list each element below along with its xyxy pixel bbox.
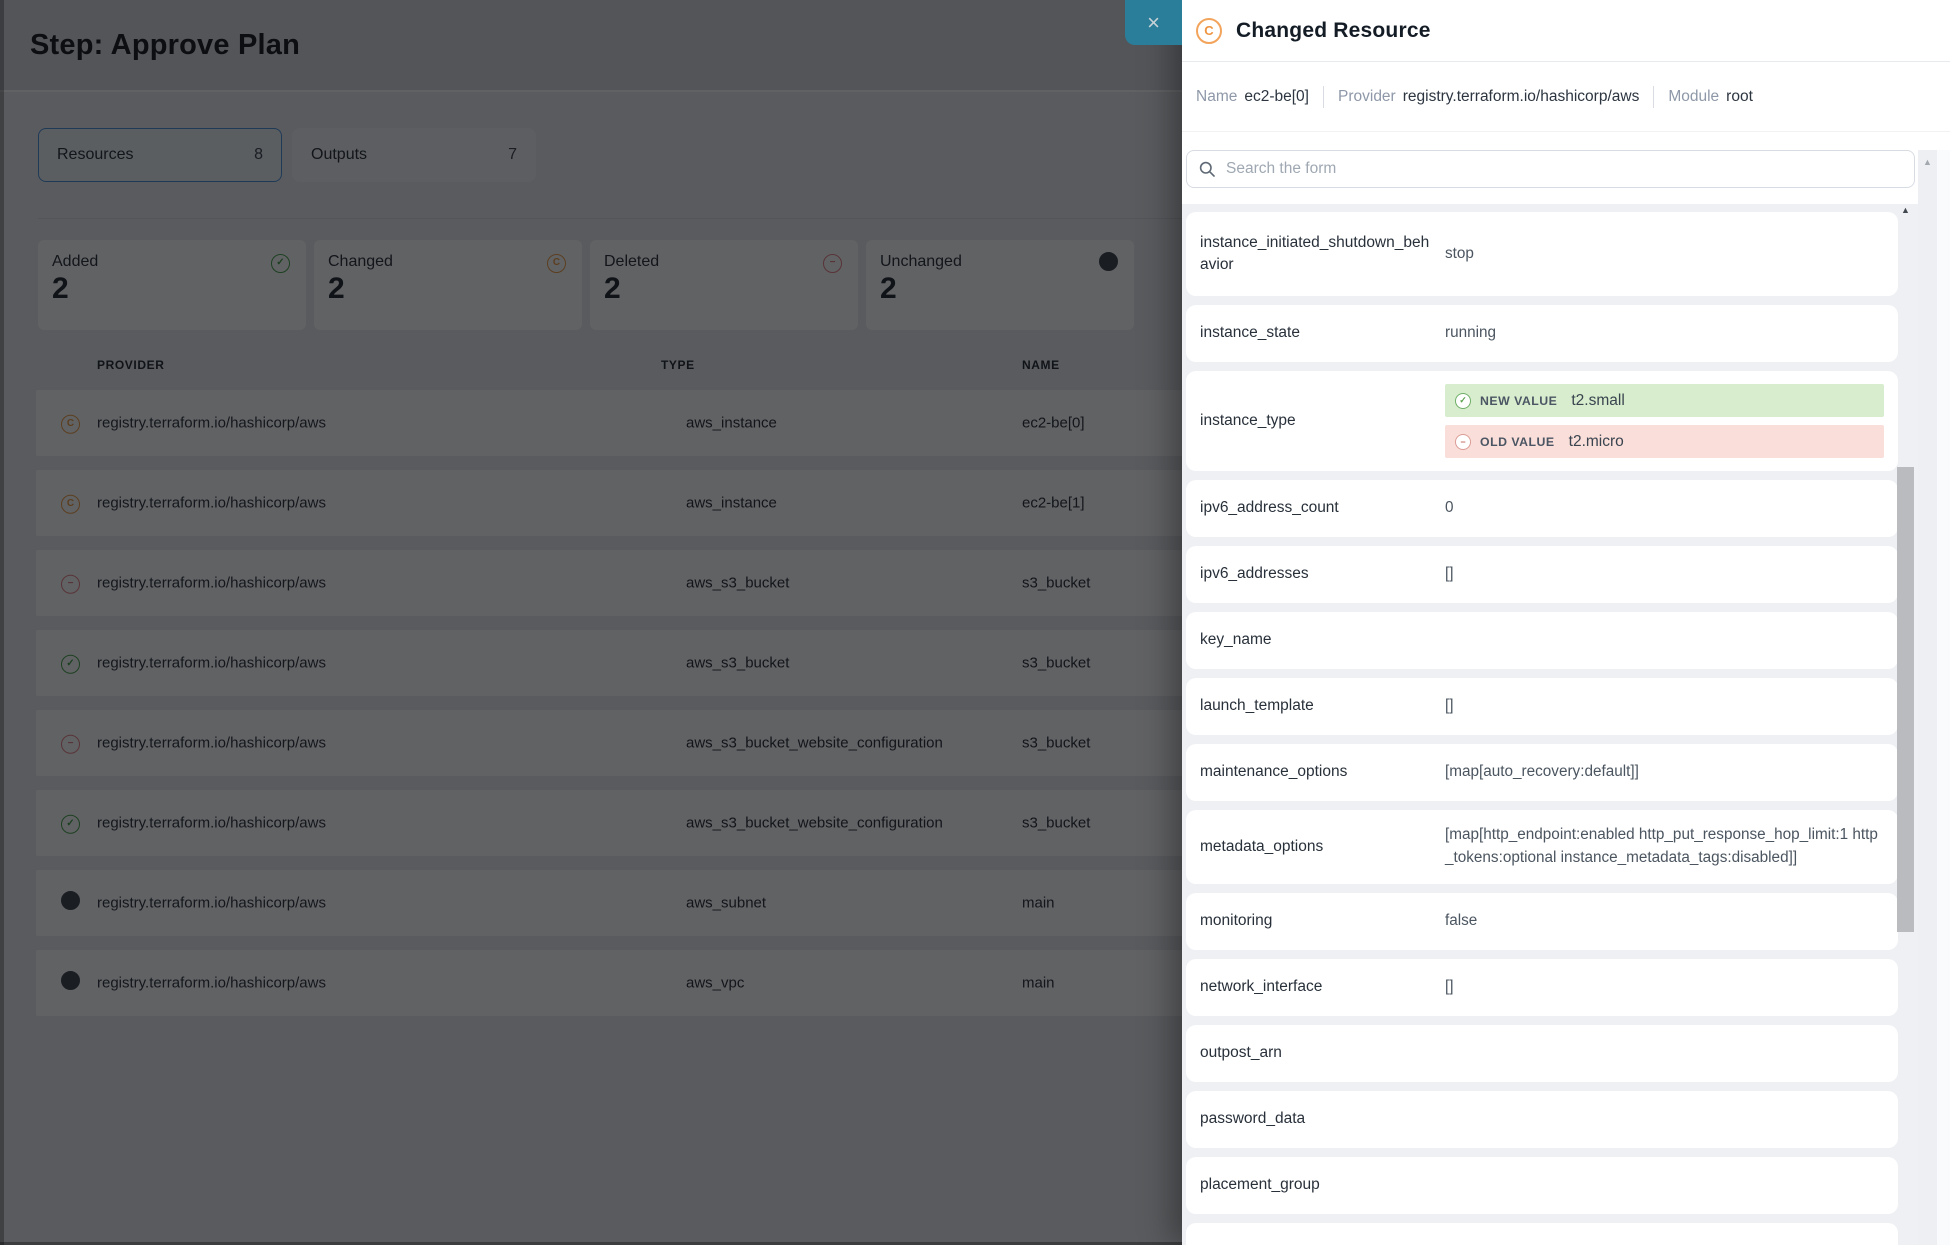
attribute-row: password_data [1186, 1091, 1898, 1148]
new-value: t2.small [1571, 392, 1624, 410]
attribute-value: [map[http_endpoint:enabled http_put_resp… [1445, 824, 1884, 870]
attribute-name: instance_type [1200, 410, 1435, 432]
new-value-banner: ✓ NEW VALUE t2.small [1445, 384, 1884, 417]
list-scrollbar[interactable]: ▲ [1897, 205, 1914, 1245]
attribute-row: key_name [1186, 612, 1898, 669]
search-icon [1199, 161, 1215, 177]
attribute-name: metadata_options [1200, 836, 1435, 858]
meta-label-module: Module [1668, 88, 1719, 106]
attribute-name: password_data [1200, 1108, 1435, 1130]
scroll-thumb[interactable] [1897, 467, 1914, 932]
new-value-label: NEW VALUE [1480, 394, 1557, 408]
old-value-banner: −OLD VALUE t2.micro [1445, 425, 1884, 458]
attribute-name: maintenance_options [1200, 761, 1435, 783]
meta-value-module: root [1726, 88, 1753, 106]
attribute-name: placement_group [1200, 1174, 1435, 1196]
close-drawer-button[interactable]: × [1125, 0, 1182, 45]
attribute-row: outpost_arn [1186, 1025, 1898, 1082]
attribute-name: monitoring [1200, 910, 1435, 932]
attribute-row: network_interface [] [1186, 959, 1898, 1016]
approve-plan-screen: Step: Approve Plan Resources8Outputs7 Ad… [0, 0, 1950, 1245]
scroll-up-arrow[interactable]: ▲ [1918, 157, 1937, 167]
attribute-name: outpost_arn [1200, 1042, 1435, 1064]
old-value: t2.micro [1569, 433, 1624, 451]
meta-value-provider: registry.terraform.io/hashicorp/aws [1403, 88, 1640, 106]
list-scroll-up-arrow[interactable]: ▲ [1897, 205, 1914, 215]
check-circle-icon: ✓ [1455, 393, 1471, 409]
attribute-name: ipv6_address_count [1200, 497, 1435, 519]
attribute-row: maintenance_options [map[auto_recovery:de… [1186, 744, 1898, 801]
attribute-row: metadata_options [map[http_endpoint:enabl… [1186, 810, 1898, 884]
drawer-title: Changed Resource [1236, 19, 1431, 43]
minus-circle-icon: − [1455, 434, 1471, 450]
attribute-value: 0 [1445, 497, 1884, 520]
attribute-row: instance_type ✓ NEW VALUE t2.small −OLD VALU… [1186, 371, 1898, 471]
attribute-name: ipv6_addresses [1200, 563, 1435, 585]
attribute-row: monitoring false [1186, 893, 1898, 950]
attribute-name: launch_template [1200, 695, 1435, 717]
attribute-value: [] [1445, 976, 1884, 999]
attribute-row: ipv6_addresses [] [1186, 546, 1898, 603]
attribute-row: instance_initiated_shutdown_behavior stop [1186, 212, 1898, 296]
meta-label-name: Name [1196, 88, 1237, 106]
search-input[interactable] [1224, 159, 1904, 179]
resource-meta: Name ec2-be[0] Provider registry.terraform.… [1182, 62, 1950, 132]
attribute-value: stop [1445, 243, 1884, 266]
attribute-value: running [1445, 322, 1884, 345]
attribute-list: instance_initiated_shutdown_behavior stop… [1182, 204, 1918, 1245]
attribute-name: instance_state [1200, 322, 1435, 344]
attribute-row: instance_state running [1186, 305, 1898, 362]
changed-status-icon: C [1196, 18, 1222, 44]
value-diff: ✓ NEW VALUE t2.small −OLD VALUE t2.micro [1445, 384, 1884, 458]
attribute-row: placement_group [1186, 1157, 1898, 1214]
attribute-name: key_name [1200, 629, 1435, 651]
drawer-right-gutter [1937, 150, 1950, 1245]
meta-separator [1653, 86, 1654, 108]
attribute-name: instance_initiated_shutdown_behavior [1200, 232, 1435, 277]
attribute-name: network_interface [1200, 976, 1435, 998]
changed-resource-drawer: × C Changed Resource Nameec2-be[0]Provid… [1182, 0, 1950, 1245]
attribute-row: ipv6_address_count 0 [1186, 480, 1898, 537]
attribute-value: false [1445, 910, 1884, 933]
attribute-value: [] [1445, 563, 1884, 586]
old-value-label: OLD VALUE [1480, 435, 1555, 449]
drawer-header: C Changed Resource [1182, 0, 1950, 62]
attribute-value: [map[auto_recovery:default]] [1445, 761, 1884, 784]
left-edge [0, 0, 4, 1245]
meta-value-name: ec2-be[0] [1244, 88, 1309, 106]
meta-separator [1323, 86, 1324, 108]
search-bar [1186, 150, 1915, 188]
attribute-row-partial [1186, 1223, 1898, 1245]
attribute-row: launch_template [] [1186, 678, 1898, 735]
drawer-scrollbar[interactable]: ▲ [1918, 150, 1937, 1245]
attribute-value: [] [1445, 695, 1884, 718]
meta-label-provider: Provider [1338, 88, 1396, 106]
